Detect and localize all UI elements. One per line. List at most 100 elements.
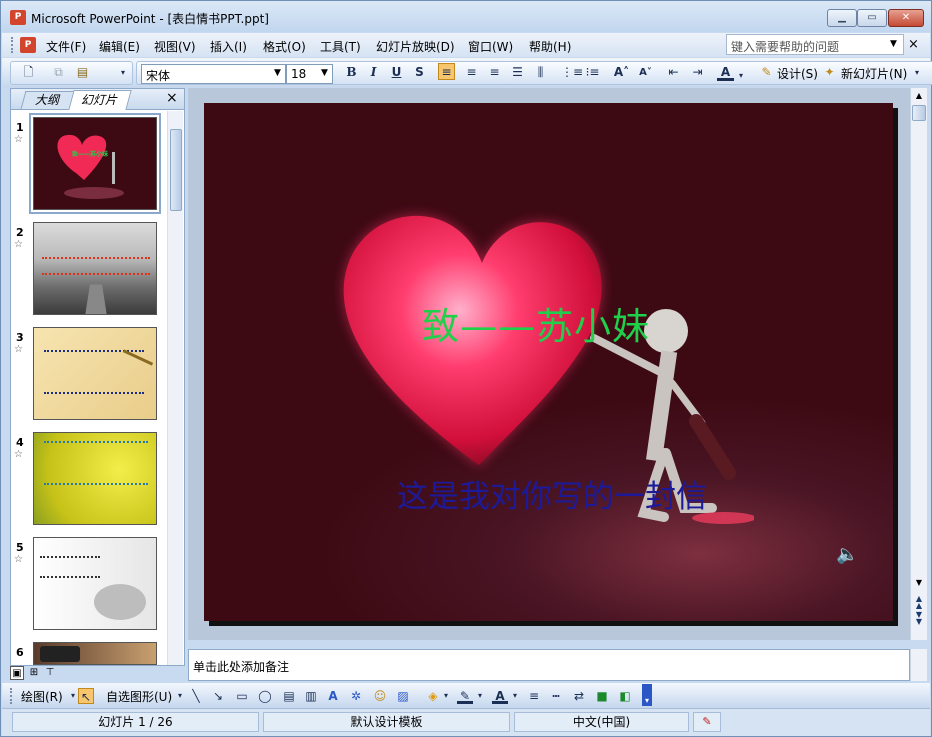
- bold-button[interactable]: B: [343, 64, 360, 81]
- notes-pane[interactable]: 单击此处添加备注: [188, 649, 910, 681]
- oval-icon[interactable]: ◯: [257, 688, 273, 704]
- next-slide-icon[interactable]: ▼ ▼: [912, 611, 926, 626]
- menu-edit[interactable]: 编辑(E): [99, 38, 140, 55]
- text-box-icon[interactable]: ▤: [281, 688, 297, 704]
- drawbar-grip-icon[interactable]: [10, 688, 16, 704]
- italic-button[interactable]: I: [365, 64, 382, 81]
- draw-font-color-dropdown-icon[interactable]: ▾: [511, 688, 519, 704]
- scroll-thumb[interactable]: [912, 105, 926, 121]
- clip-art-icon[interactable]: ☺: [372, 688, 388, 704]
- slideshow-view-icon[interactable]: ⊤: [43, 666, 57, 680]
- slide-thumbnail-5[interactable]: [33, 537, 157, 630]
- scroll-up-icon[interactable]: ▲: [912, 89, 926, 103]
- arrow-icon[interactable]: ↘: [210, 688, 226, 704]
- decrease-indent-icon[interactable]: ⇤: [665, 64, 682, 81]
- scroll-down-icon[interactable]: ▼: [912, 576, 926, 590]
- align-right-icon[interactable]: ≡: [486, 64, 503, 81]
- panel-close-button[interactable]: ×: [166, 90, 178, 106]
- notes-scrollbar[interactable]: [910, 649, 927, 681]
- document-icon[interactable]: P: [20, 37, 36, 53]
- slide-thumbnail-2[interactable]: [33, 222, 157, 315]
- tab-slides[interactable]: 幻灯片: [68, 90, 132, 110]
- fill-color-icon[interactable]: ◈: [425, 688, 441, 704]
- decrease-font-size-icon[interactable]: A˅: [637, 64, 654, 81]
- design-button[interactable]: 设计(S): [777, 65, 818, 82]
- drawbar-options-icon[interactable]: ▾: [642, 684, 652, 706]
- diagram-icon[interactable]: ✲: [348, 688, 364, 704]
- menu-grip-icon[interactable]: [11, 37, 14, 53]
- slide-thumbnail-3[interactable]: [33, 327, 157, 420]
- menu-help[interactable]: 帮助(H): [529, 38, 571, 55]
- line-color-dropdown-icon[interactable]: ▾: [476, 688, 484, 704]
- dash-style-icon[interactable]: ┅: [548, 688, 564, 704]
- arrow-style-icon[interactable]: ⇄: [571, 688, 587, 704]
- menu-file[interactable]: 文件(F): [46, 38, 86, 55]
- wordart-icon[interactable]: A: [325, 688, 341, 704]
- line-style-icon[interactable]: ≡: [526, 688, 542, 704]
- design-icon[interactable]: ✎: [758, 64, 775, 81]
- slide-sorter-view-icon[interactable]: ⊞: [27, 666, 41, 680]
- menu-window[interactable]: 窗口(W): [468, 38, 513, 55]
- select-objects-icon[interactable]: ↖: [78, 688, 94, 704]
- slide-subtitle[interactable]: 这是我对你写的一封信: [397, 471, 707, 516]
- draw-font-color-icon[interactable]: A: [492, 688, 508, 704]
- thumbnail-scroll-thumb[interactable]: [170, 129, 182, 211]
- rectangle-icon[interactable]: ▭: [234, 688, 250, 704]
- spelling-status-icon[interactable]: ✎: [693, 712, 721, 732]
- copy-icon[interactable]: ⧉: [50, 64, 67, 81]
- line-color-icon[interactable]: ✎: [457, 688, 473, 704]
- font-color-dropdown-icon[interactable]: ▾: [737, 67, 745, 84]
- bullets-icon[interactable]: ⁝≡: [584, 64, 601, 81]
- autoshapes-menu[interactable]: 自选图形(U): [106, 688, 172, 705]
- slide-thumbnail-4[interactable]: [33, 432, 157, 525]
- draw-menu[interactable]: 绘图(R): [21, 688, 63, 705]
- thumbnail-scrollbar[interactable]: [167, 111, 183, 665]
- current-slide[interactable]: 致——苏小妹 这是我对你写的一封信 🔈: [204, 103, 893, 621]
- shadow-style-icon[interactable]: ■: [594, 688, 610, 704]
- fill-color-dropdown-icon[interactable]: ▾: [442, 688, 450, 704]
- increase-indent-icon[interactable]: ⇥: [689, 64, 706, 81]
- help-search-input[interactable]: 键入需要帮助的问题: [726, 34, 904, 55]
- toolbar-overflow-icon[interactable]: ▾: [912, 64, 922, 81]
- menu-insert[interactable]: 插入(I): [210, 38, 247, 55]
- slide-thumbnail-1[interactable]: 致——苏小妹: [29, 113, 161, 214]
- underline-button[interactable]: U: [388, 64, 405, 81]
- document-close-button[interactable]: ×: [908, 37, 919, 52]
- close-button[interactable]: ✕: [888, 9, 924, 27]
- new-slide-icon[interactable]: ✦: [821, 64, 838, 81]
- maximize-button[interactable]: ▭: [857, 9, 887, 27]
- menu-slideshow[interactable]: 幻灯片放映(D): [376, 38, 455, 55]
- previous-slide-icon[interactable]: ▲ ▲: [912, 595, 926, 610]
- align-left-icon[interactable]: ≡: [438, 63, 455, 80]
- vertical-text-box-icon[interactable]: ▥: [303, 688, 319, 704]
- minimize-button[interactable]: ▁: [827, 9, 857, 27]
- slide-thumbnail-6[interactable]: [33, 642, 157, 665]
- notes-placeholder[interactable]: 单击此处添加备注: [193, 658, 289, 675]
- menu-format[interactable]: 格式(O): [263, 38, 306, 55]
- new-document-icon[interactable]: 🗋: [20, 64, 37, 81]
- slide-scrollbar[interactable]: ▲ ▼ ▲ ▲ ▼ ▼: [910, 88, 927, 640]
- tab-outline[interactable]: 大纲: [20, 91, 76, 109]
- text-shadow-button[interactable]: S: [411, 64, 428, 81]
- menu-view[interactable]: 视图(V): [154, 38, 196, 55]
- distribute-columns-icon[interactable]: ⫼: [532, 64, 549, 81]
- powerpoint-icon[interactable]: P: [10, 10, 26, 25]
- new-slide-button[interactable]: 新幻灯片(N): [841, 65, 907, 82]
- numbering-icon[interactable]: ⋮≡: [561, 64, 583, 81]
- menu-tools[interactable]: 工具(T): [320, 38, 361, 55]
- 3d-style-icon[interactable]: ◧: [617, 688, 633, 704]
- autoshapes-dropdown-icon[interactable]: ▾: [172, 688, 188, 704]
- font-name-dropdown-icon[interactable]: ▼: [274, 68, 281, 78]
- font-color-icon[interactable]: A: [717, 64, 734, 81]
- line-icon[interactable]: ╲: [188, 688, 204, 704]
- increase-font-size-icon[interactable]: A˄: [613, 64, 630, 81]
- toolbar-options-icon[interactable]: ▾: [118, 64, 128, 81]
- help-dropdown-icon[interactable]: ▼: [890, 39, 897, 49]
- justify-icon[interactable]: ☰: [509, 64, 526, 81]
- normal-view-icon[interactable]: ▣: [10, 666, 24, 680]
- paste-icon[interactable]: ▤: [74, 64, 91, 81]
- insert-picture-icon[interactable]: ▨: [395, 688, 411, 704]
- slide-title[interactable]: 致——苏小妹: [422, 296, 650, 350]
- align-center-icon[interactable]: ≡: [463, 64, 480, 81]
- font-size-dropdown-icon[interactable]: ▼: [321, 68, 328, 78]
